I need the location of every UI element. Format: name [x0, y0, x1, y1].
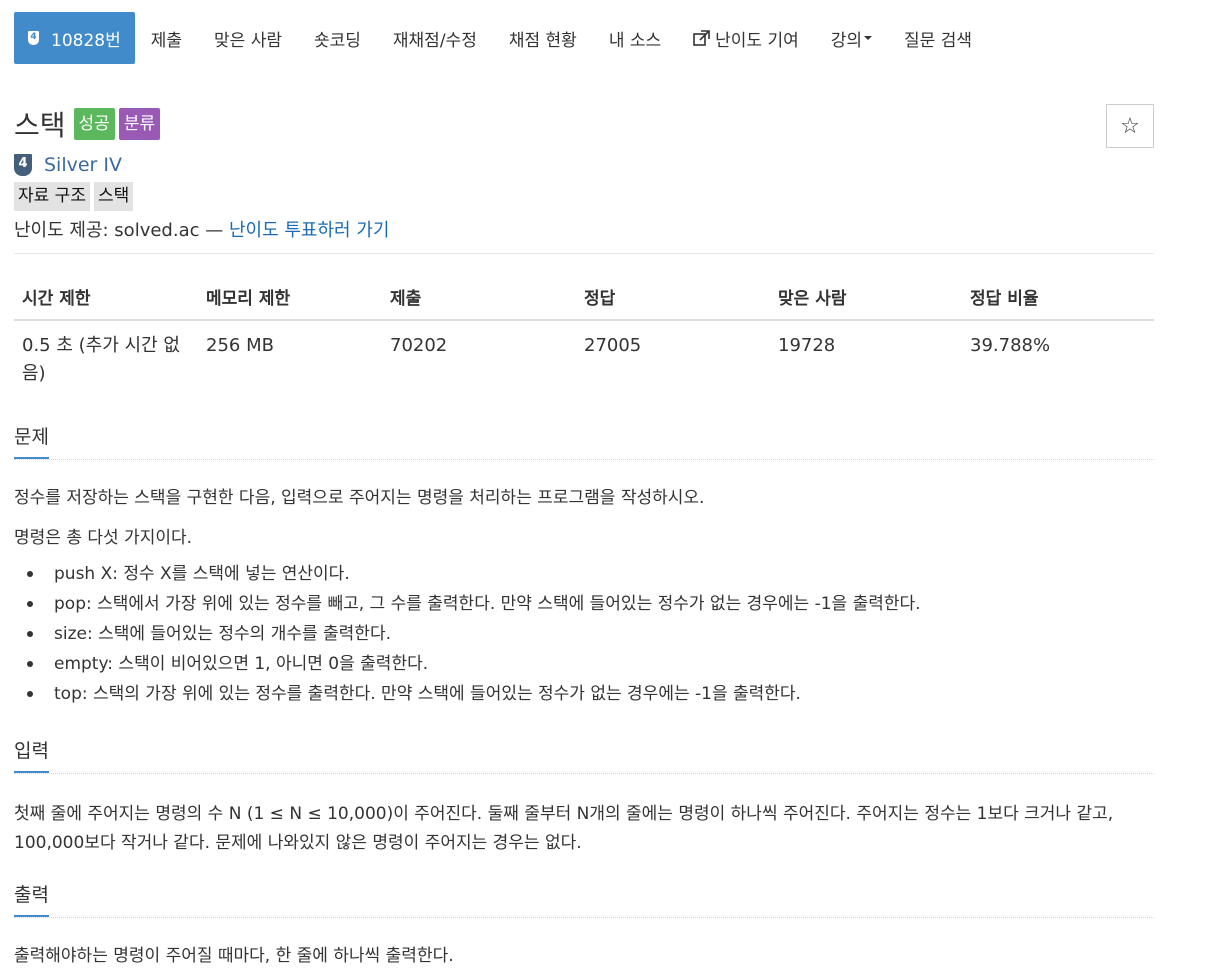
description-paragraph-1: 정수를 저장하는 스택을 구현한 다음, 입력으로 주어지는 명령을 처리하는 …: [14, 488, 705, 508]
header-submissions: 제출: [382, 272, 576, 321]
nav-accepted-users[interactable]: 맞은 사람: [198, 12, 298, 64]
caret-down-icon: [864, 36, 873, 40]
table-row: 0.5 초 (추가 시간 없음) 256 MB 70202 27005 1972…: [14, 320, 1154, 399]
nav-lecture-dropdown[interactable]: 강의: [815, 12, 888, 64]
value-accepted: 27005: [584, 335, 642, 356]
description-section: 문제 정수를 저장하는 스택을 구현한 다음, 입력으로 주어지는 명령을 처리…: [14, 424, 1154, 709]
command-list: push X: 정수 X를 스택에 넣는 연산이다. pop: 스택에서 가장 …: [14, 559, 1154, 709]
category-badge[interactable]: 분류: [118, 107, 161, 141]
output-description: 출력해야하는 명령이 주어질 때마다, 한 줄에 하나씩 출력한다.: [14, 946, 454, 966]
nav-question-search[interactable]: 질문 검색: [888, 12, 988, 64]
list-item: pop: 스택에서 가장 위에 있는 정수를 빼고, 그 수를 출력한다. 만약…: [14, 589, 1154, 619]
nav-difficulty-contrib[interactable]: 난이도 기여: [677, 12, 815, 64]
tier-icon: 4: [14, 154, 32, 176]
problem-title: 스택: [14, 109, 66, 142]
provider-text: 난이도 제공: solved.ac —: [14, 220, 224, 241]
vote-difficulty-link[interactable]: 난이도 투표하러 가기: [229, 220, 389, 241]
tier-name[interactable]: Silver IV: [44, 154, 122, 176]
description-paragraph-2: 명령은 총 다섯 가지이다.: [14, 528, 193, 548]
input-description: 첫째 줄에 주어지는 명령의 수 N (1 ≤ N ≤ 10,000)이 주어진…: [14, 804, 1114, 853]
input-section: 입력 첫째 줄에 주어지는 명령의 수 N (1 ≤ N ≤ 10,000)이 …: [14, 738, 1154, 858]
tag-stack[interactable]: 스택: [93, 182, 134, 211]
external-link-icon: [693, 30, 710, 46]
nav-rejudge[interactable]: 재채점/수정: [377, 12, 493, 64]
value-submissions: 70202: [390, 335, 448, 356]
list-item: top: 스택의 가장 위에 있는 정수를 출력한다. 만약 스택에 들어있는 …: [14, 679, 1154, 709]
section-title-description: 문제: [14, 424, 1154, 460]
section-title-input: 입력: [14, 738, 1154, 774]
section-title-output: 출력: [14, 882, 1154, 918]
nav-my-source[interactable]: 내 소스: [593, 12, 677, 64]
problem-info-table: 시간 제한 메모리 제한 제출 정답 맞은 사람 정답 비율 0.5 초 (추가…: [14, 272, 1154, 399]
nav-submit[interactable]: 제출: [135, 12, 198, 64]
nav-lecture-label: 강의: [830, 30, 863, 51]
header-time-limit: 시간 제한: [14, 272, 198, 321]
status-badge-success: 성공: [73, 107, 115, 141]
star-icon: ☆: [1120, 113, 1140, 139]
section-heading: 문제: [14, 424, 49, 459]
list-item: push X: 정수 X를 스택에 넣는 연산이다.: [14, 559, 1154, 589]
section-heading: 입력: [14, 738, 49, 773]
problem-nav: 4 10828번 제출 맞은 사람 숏코딩 재채점/수정 채점 현황 내 소스 …: [14, 12, 988, 64]
nav-short-coding[interactable]: 숏코딩: [298, 12, 377, 64]
list-item: empty: 스택이 비어있으면 1, 아니면 0을 출력한다.: [14, 649, 1154, 679]
nav-problem-label: 10828번: [51, 30, 121, 51]
header-accept-ratio: 정답 비율: [962, 272, 1154, 321]
problem-header: 스택 성공 분류: [14, 104, 164, 144]
tier-row: 4 Silver IV: [14, 152, 122, 178]
tier-badge-icon: 4: [28, 31, 39, 45]
value-accepted-users: 19728: [778, 335, 836, 356]
nav-difficulty-contrib-label: 난이도 기여: [715, 30, 799, 51]
value-time-limit: 0.5 초 (추가 시간 없음): [22, 335, 180, 384]
list-item: size: 스택에 들어있는 정수의 개수를 출력한다.: [14, 619, 1154, 649]
difficulty-provider: 난이도 제공: solved.ac — 난이도 투표하러 가기: [14, 216, 389, 242]
tag-list: 자료 구조 스택: [14, 182, 137, 211]
divider: [14, 253, 1154, 254]
nav-status[interactable]: 채점 현황: [493, 12, 593, 64]
header-accepted: 정답: [576, 272, 770, 321]
header-memory-limit: 메모리 제한: [198, 272, 382, 321]
nav-problem-tab[interactable]: 4 10828번: [14, 12, 135, 64]
table-header-row: 시간 제한 메모리 제한 제출 정답 맞은 사람 정답 비율: [14, 272, 1154, 321]
output-section: 출력 출력해야하는 명령이 주어질 때마다, 한 줄에 하나씩 출력한다.: [14, 882, 1154, 971]
header-accepted-users: 맞은 사람: [770, 272, 962, 321]
section-heading: 출력: [14, 882, 49, 917]
value-accept-ratio: 39.788%: [970, 335, 1051, 356]
value-memory-limit: 256 MB: [206, 335, 274, 356]
favorite-star-button[interactable]: ☆: [1106, 104, 1154, 148]
tag-data-structure[interactable]: 자료 구조: [14, 182, 90, 211]
